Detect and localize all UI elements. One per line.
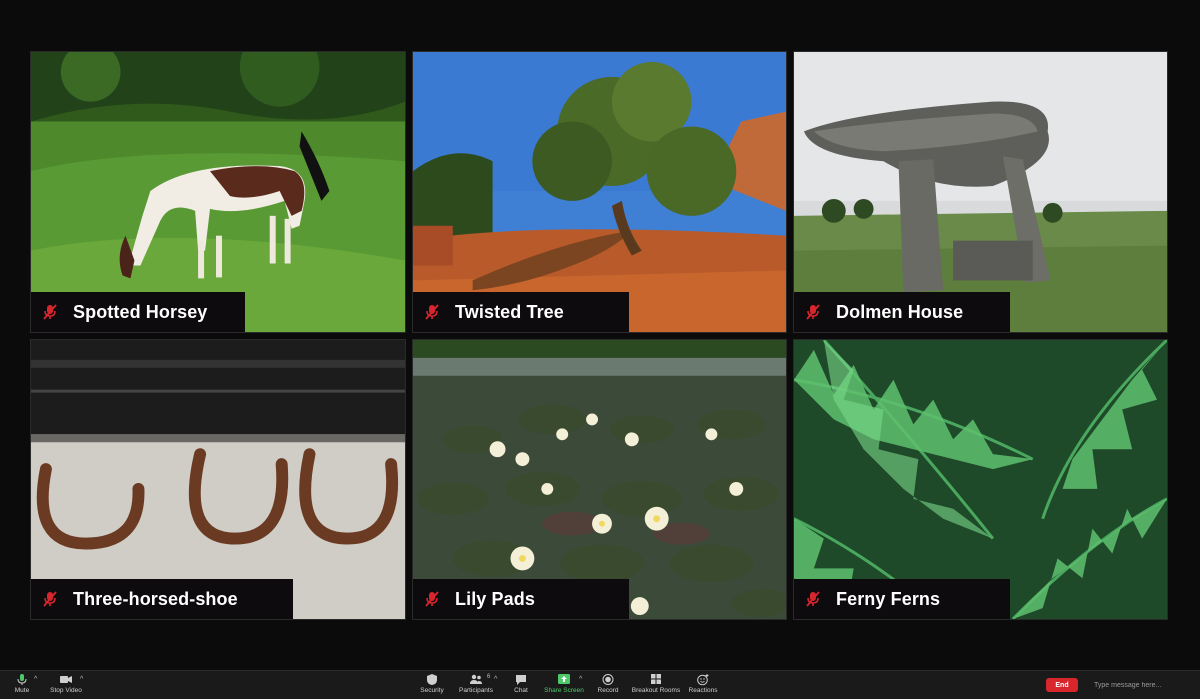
name-tag: Ferny Ferns [794, 579, 1010, 619]
record-icon [602, 674, 614, 685]
participant-tile-spotted-horsey[interactable]: Spotted Horsey [30, 51, 406, 333]
muted-microphone-icon [43, 304, 57, 320]
participant-name: Three-horsed-shoe [73, 588, 238, 609]
participants-icon [470, 674, 482, 684]
name-tag: Lily Pads [413, 579, 629, 619]
chat-message-input[interactable] [1090, 677, 1200, 693]
participant-name: Lily Pads [455, 588, 535, 609]
name-tag: Spotted Horsey [31, 292, 245, 332]
participant-tile-three-horsed-shoe[interactable]: Three-horsed-shoe [30, 339, 406, 620]
name-tag: Dolmen House [794, 292, 1010, 332]
tree-video-frame [413, 52, 786, 332]
participant-name: Ferny Ferns [836, 588, 941, 609]
participant-name: Spotted Horsey [73, 301, 208, 322]
shield-icon [427, 674, 437, 685]
video-gallery: Spotted Horsey Twisted Tree Dolmen House… [0, 0, 1200, 670]
stop-video-button[interactable]: Stop Video [36, 673, 96, 695]
name-tag: Three-horsed-shoe [31, 579, 293, 619]
breakout-rooms-icon [651, 674, 661, 684]
smiley-plus-icon [697, 674, 709, 686]
name-tag: Twisted Tree [413, 292, 629, 332]
participant-tile-twisted-tree[interactable]: Twisted Tree [412, 51, 787, 333]
muted-microphone-icon [43, 591, 57, 607]
muted-microphone-icon [806, 304, 820, 320]
muted-microphone-icon [806, 591, 820, 607]
video-options-caret-icon[interactable]: ^ [80, 676, 83, 683]
muted-microphone-icon [425, 591, 439, 607]
participant-name: Twisted Tree [455, 301, 564, 322]
participants-count: 6 [487, 674, 491, 680]
horse-video-frame [31, 52, 405, 332]
participant-tile-ferny-ferns[interactable]: Ferny Ferns [793, 339, 1168, 620]
muted-microphone-icon [425, 304, 439, 320]
participant-tile-dolmen-house[interactable]: Dolmen House [793, 51, 1168, 333]
ferns-video-frame [794, 340, 1167, 619]
video-camera-icon [60, 676, 72, 683]
participant-tile-lily-pads[interactable]: Lily Pads [412, 339, 787, 620]
horseshoes-video-frame [31, 340, 405, 619]
share-screen-icon [558, 674, 570, 684]
participant-name: Dolmen House [836, 301, 964, 322]
reactions-button[interactable]: Reactions [673, 673, 733, 695]
microphone-icon [17, 674, 27, 685]
end-meeting-button[interactable]: End [1046, 678, 1078, 692]
chat-bubble-icon [516, 675, 526, 685]
dolmen-video-frame [794, 52, 1167, 332]
lily-pads-video-frame [413, 340, 786, 619]
meeting-toolbar: Mute ^ Stop Video ^ Security Participant… [0, 670, 1200, 699]
